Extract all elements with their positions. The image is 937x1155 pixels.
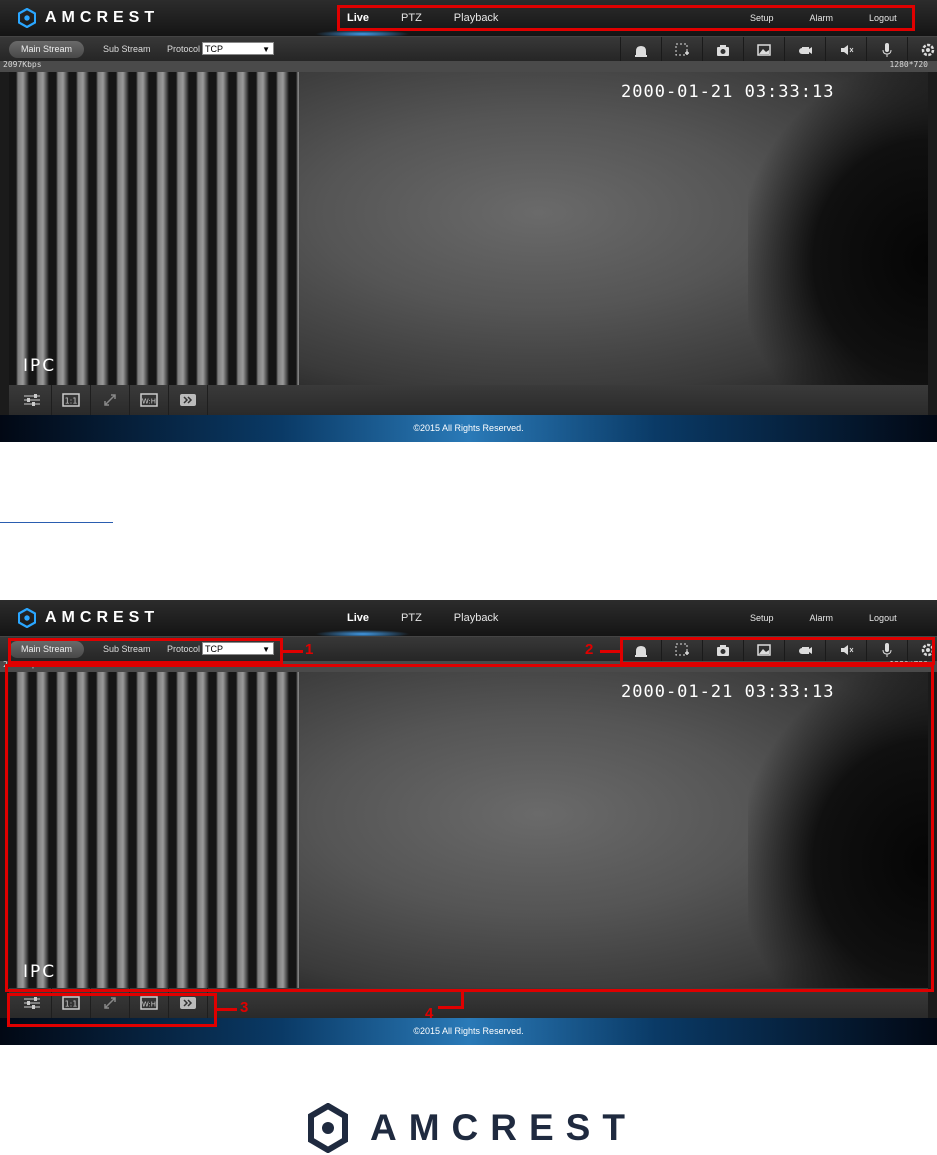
live-video-view[interactable]: 2000-01-21 03:33:13 IPC <box>9 72 928 385</box>
annotation-leader-2 <box>600 650 620 653</box>
amcrest-logo-icon <box>308 1103 348 1153</box>
original-size-icon[interactable]: 1:1 <box>52 385 91 415</box>
stream-info-bar: 2097Kbps 1280*720 <box>0 60 937 72</box>
annotation-box-nav <box>337 5 915 31</box>
nav-ptz[interactable]: PTZ <box>401 612 422 624</box>
audio-mute-icon[interactable] <box>825 37 866 62</box>
copyright-text: ©2015 All Rights Reserved. <box>413 1026 524 1036</box>
callout-2: 2 <box>585 641 594 658</box>
page-footer: ©2015 All Rights Reserved. <box>0 415 937 442</box>
annotation-box-1 <box>8 638 283 664</box>
image-adjust-icon[interactable] <box>13 385 52 415</box>
record-icon[interactable] <box>784 37 825 62</box>
nav-alarm[interactable]: Alarm <box>810 613 834 623</box>
nav-live[interactable]: Live <box>347 612 369 624</box>
live-tools <box>620 37 937 62</box>
annotation-leader-4b <box>438 1006 464 1009</box>
video-timestamp: 2000-01-21 03:33:13 <box>621 82 835 102</box>
annotation-box-3 <box>7 993 217 1027</box>
resolution-readout: 1280*720 <box>889 60 928 69</box>
protocol-value: TCP <box>205 44 223 54</box>
ptz-settings-icon[interactable] <box>907 37 937 62</box>
video-blind-stripes <box>9 72 299 385</box>
underline-link <box>0 522 113 523</box>
main-stream-button[interactable]: Main Stream <box>9 41 84 58</box>
video-osd-label: IPC <box>23 356 57 376</box>
brand-name: AMCREST <box>45 609 160 626</box>
sub-stream-button[interactable]: Sub Stream <box>103 41 151 58</box>
amcrest-footer-logo: AMCREST <box>307 1103 637 1153</box>
chevron-down-icon: ▼ <box>262 45 270 54</box>
video-dark-corner <box>748 72 928 385</box>
copyright-text: ©2015 All Rights Reserved. <box>413 423 524 433</box>
secondary-nav: Setup Alarm Logout <box>750 600 933 636</box>
callout-1: 1 <box>305 641 314 658</box>
brand-name: AMCREST <box>45 9 160 26</box>
brand-name: AMCREST <box>370 1107 637 1148</box>
annotation-leader-1 <box>283 650 303 653</box>
main-nav: Live PTZ Playback <box>347 600 530 636</box>
amcrest-logo: AMCREST <box>18 8 159 28</box>
web-ui-screenshot-2: AMCREST Live PTZ Playback Setup Alarm Lo… <box>0 600 937 1045</box>
protocol-select[interactable]: TCP ▼ <box>202 42 274 55</box>
annotation-box-4 <box>5 664 934 992</box>
top-navigation-bar: AMCREST Live PTZ Playback Setup Alarm Lo… <box>0 600 937 638</box>
bitrate-readout: 2097Kbps <box>3 60 42 69</box>
triple-snapshot-icon[interactable] <box>743 37 784 62</box>
fullscreen-icon[interactable] <box>91 385 130 415</box>
aspect-ratio-icon[interactable]: W:H <box>130 385 169 415</box>
alarm-bell-icon[interactable] <box>620 37 661 62</box>
web-ui-screenshot-1: AMCREST Live PTZ Playback Setup Alarm Lo… <box>0 0 937 442</box>
nav-setup[interactable]: Setup <box>750 613 774 623</box>
nav-logout[interactable]: Logout <box>869 613 897 623</box>
fluency-icon[interactable] <box>169 385 208 415</box>
svg-text:W:H: W:H <box>142 398 156 406</box>
callout-4: 4 <box>425 1005 434 1022</box>
microphone-icon[interactable] <box>866 37 907 62</box>
annotation-box-2 <box>620 637 935 665</box>
callout-3: 3 <box>240 999 249 1016</box>
amcrest-logo-icon <box>18 8 36 28</box>
annotation-leader-3 <box>217 1008 237 1011</box>
svg-text:1:1: 1:1 <box>65 397 78 406</box>
amcrest-logo-icon <box>18 608 36 628</box>
snapshot-camera-icon[interactable] <box>702 37 743 62</box>
nav-playback[interactable]: Playback <box>454 612 499 624</box>
protocol-label: Protocol <box>167 44 201 54</box>
view-controls-bar: 1:1 W:H <box>9 385 928 415</box>
stream-toolbar: Main Stream Sub Stream Protocol TCP ▼ <box>0 36 937 62</box>
amcrest-logo: AMCREST <box>18 608 159 628</box>
digital-zoom-icon[interactable] <box>661 37 702 62</box>
